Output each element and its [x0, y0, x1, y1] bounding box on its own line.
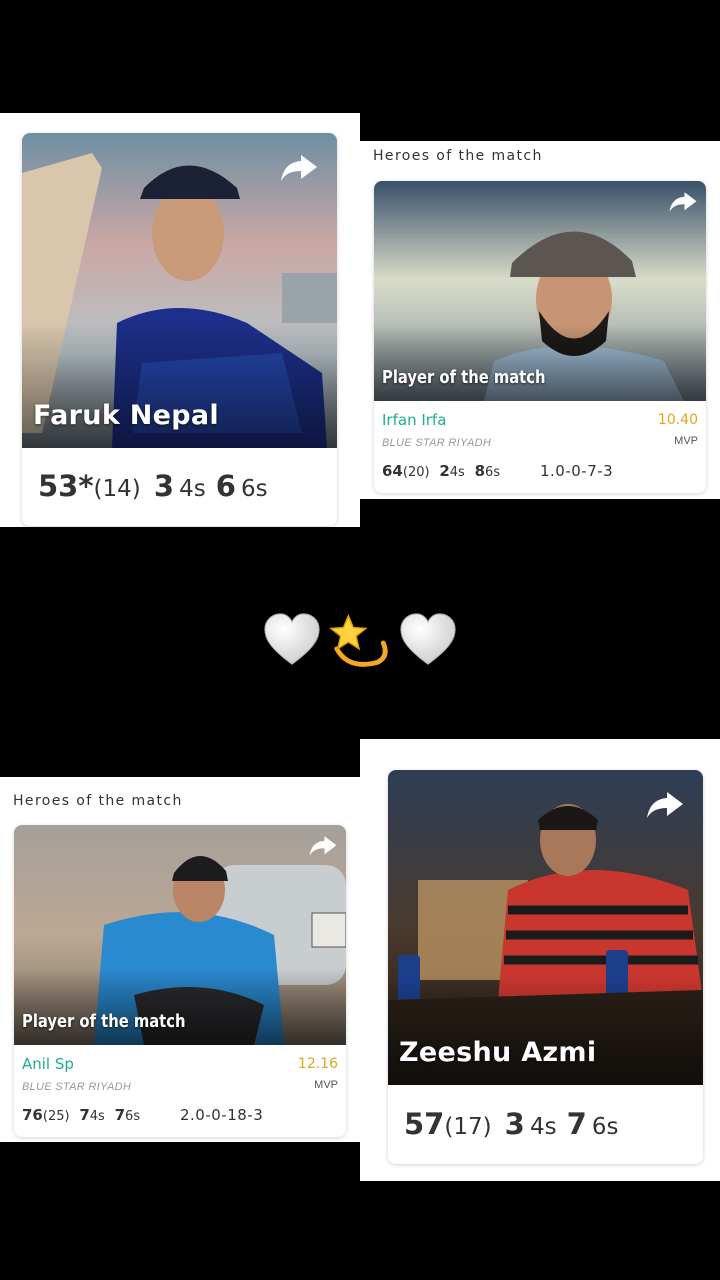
sixes-count: 8	[474, 462, 486, 480]
sixes-unit: 6s	[485, 465, 501, 480]
hero-card-anil[interactable]: Player of the match Anil Sp 12.16 BLUE S…	[14, 825, 346, 1137]
top-right-panel: Heroes of the match Player of the match …	[360, 141, 720, 499]
emoji-divider	[0, 606, 720, 676]
team-name: BLUE STAR RIYADH	[22, 1081, 132, 1093]
mvp-label: MVP	[314, 1079, 338, 1091]
fours-unit: 4s	[179, 476, 206, 502]
white-heart-icon	[400, 613, 456, 665]
fours-count: 3	[504, 1107, 525, 1141]
bottom-right-panel: Zeeshu Azmi 57(17) 3 4s 7 6s	[360, 739, 720, 1181]
balls: (20)	[402, 465, 430, 480]
award-label: Player of the match	[382, 367, 546, 388]
balls: (14)	[93, 476, 141, 502]
team-name: BLUE STAR RIYADH	[382, 437, 492, 449]
white-heart-icon	[264, 613, 320, 665]
section-title: Heroes of the match	[13, 793, 183, 809]
share-icon[interactable]	[308, 833, 338, 859]
player-card-faruk[interactable]: Faruk Nepal 53*(14) 3 4s 6 6s	[22, 133, 337, 526]
batting-stats: 64(20) 24s 86s	[382, 462, 505, 480]
share-icon[interactable]	[668, 189, 698, 215]
top-left-panel: Faruk Nepal 53*(14) 3 4s 6 6s	[0, 113, 360, 527]
fours-count: 3	[153, 469, 175, 503]
share-icon[interactable]	[645, 788, 685, 822]
fours-unit: 4s	[449, 465, 465, 480]
sixes-unit: 6s	[125, 1109, 141, 1124]
player-name: Zeeshu Azmi	[399, 1037, 597, 1068]
fours-count: 7	[79, 1106, 90, 1124]
dizzy-star-icon	[329, 613, 388, 667]
runs: 53*	[38, 469, 94, 503]
balls: (17)	[444, 1114, 492, 1140]
balls: (25)	[42, 1109, 70, 1124]
award-label: Player of the match	[22, 1011, 186, 1032]
sixes-count: 7	[114, 1106, 126, 1124]
runs: 64	[382, 462, 403, 480]
share-icon[interactable]	[279, 151, 319, 185]
sixes-count: 6	[215, 469, 236, 503]
bowling-stats: 1.0-0-7-3	[540, 462, 614, 480]
section-title: Heroes of the match	[373, 148, 543, 164]
mvp-points: 10.40	[657, 412, 698, 428]
player-name[interactable]: Irfan Irfa	[382, 411, 446, 429]
runs: 76	[22, 1106, 43, 1124]
hero-card-irfan[interactable]: Player of the match Irfan Irfa 10.40 BLU…	[374, 181, 706, 493]
player-card-zeeshu[interactable]: Zeeshu Azmi 57(17) 3 4s 7 6s	[388, 770, 703, 1164]
player-name[interactable]: Anil Sp	[22, 1055, 74, 1073]
batting-stats: 57(17) 3 4s 7 6s	[404, 1107, 628, 1141]
sixes-unit: 6s	[241, 476, 268, 502]
mvp-points: 12.16	[297, 1056, 338, 1072]
batting-stats: 76(25) 74s 76s	[22, 1106, 145, 1124]
bottom-left-panel: Heroes of the match Player of the match …	[0, 777, 360, 1142]
sixes-unit: 6s	[591, 1114, 619, 1140]
fours-count: 2	[439, 462, 450, 480]
batting-stats: 53*(14) 3 4s 6 6s	[38, 469, 278, 503]
sixes-count: 7	[566, 1107, 587, 1141]
mvp-label: MVP	[674, 435, 698, 447]
fours-unit: 4s	[529, 1114, 557, 1140]
fours-unit: 4s	[89, 1109, 105, 1124]
runs: 57	[404, 1107, 445, 1141]
player-name: Faruk Nepal	[33, 400, 219, 431]
bowling-stats: 2.0-0-18-3	[180, 1106, 264, 1124]
